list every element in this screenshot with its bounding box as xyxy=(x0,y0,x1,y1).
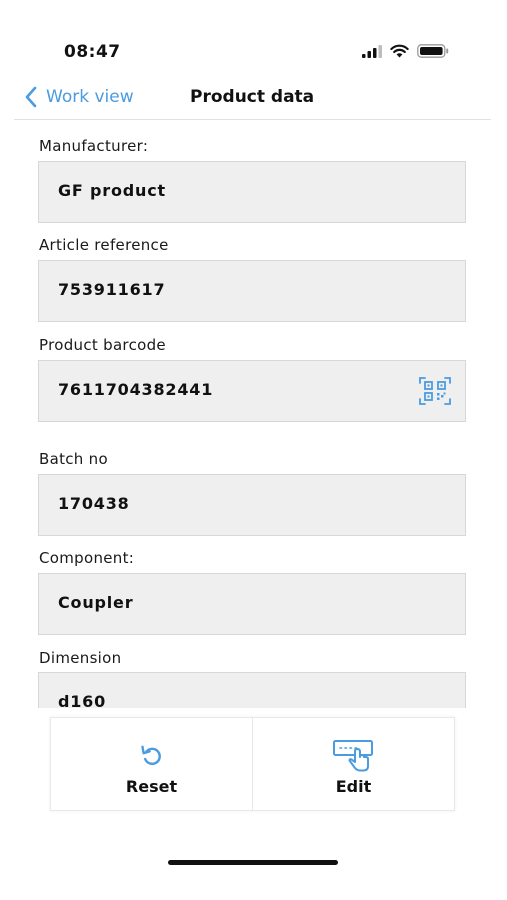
chevron-left-icon xyxy=(25,86,37,108)
dimension-field[interactable]: d160 xyxy=(38,672,466,708)
reset-icon xyxy=(140,745,161,766)
product-barcode-value: 7611704382441 xyxy=(58,380,214,399)
page-title: Product data xyxy=(190,87,315,107)
wifi-icon xyxy=(390,44,409,58)
article-reference-value: 753911617 xyxy=(58,280,166,299)
product-barcode-label: Product barcode xyxy=(39,336,166,354)
status-bar: 08:47 xyxy=(0,0,507,80)
qr-scan-icon[interactable] xyxy=(419,377,451,405)
component-label: Component: xyxy=(39,549,135,567)
status-time: 08:47 xyxy=(64,42,121,62)
back-button-label: Work view xyxy=(46,87,134,107)
action-panel: Reset Edit xyxy=(50,717,455,811)
back-button[interactable]: Work view xyxy=(24,86,134,108)
manufacturer-field[interactable]: GF product xyxy=(38,161,466,223)
manufacturer-value: GF product xyxy=(58,181,166,200)
cellular-signal-icon xyxy=(362,44,382,58)
dimension-label: Dimension xyxy=(39,649,122,667)
article-reference-label: Article reference xyxy=(39,236,169,254)
product-form[interactable]: Manufacturer: GF product Article referen… xyxy=(0,120,507,708)
batch-no-field[interactable]: 170438 xyxy=(38,474,466,536)
manufacturer-label: Manufacturer: xyxy=(39,137,149,155)
reset-button[interactable]: Reset xyxy=(51,718,252,810)
edit-label: Edit xyxy=(335,777,372,796)
reset-label: Reset xyxy=(125,777,178,796)
battery-icon xyxy=(417,44,449,58)
dimension-value: d160 xyxy=(58,692,107,708)
component-field[interactable]: Coupler xyxy=(38,573,466,635)
status-icons xyxy=(362,44,449,58)
batch-no-value: 170438 xyxy=(58,494,130,513)
article-reference-field[interactable]: 753911617 xyxy=(38,260,466,322)
component-value: Coupler xyxy=(58,593,134,612)
product-barcode-field[interactable]: 7611704382441 xyxy=(38,360,466,422)
home-indicator xyxy=(168,860,338,865)
batch-no-label: Batch no xyxy=(39,450,108,468)
edit-button[interactable]: Edit xyxy=(252,718,454,810)
edit-touch-icon xyxy=(332,740,373,772)
